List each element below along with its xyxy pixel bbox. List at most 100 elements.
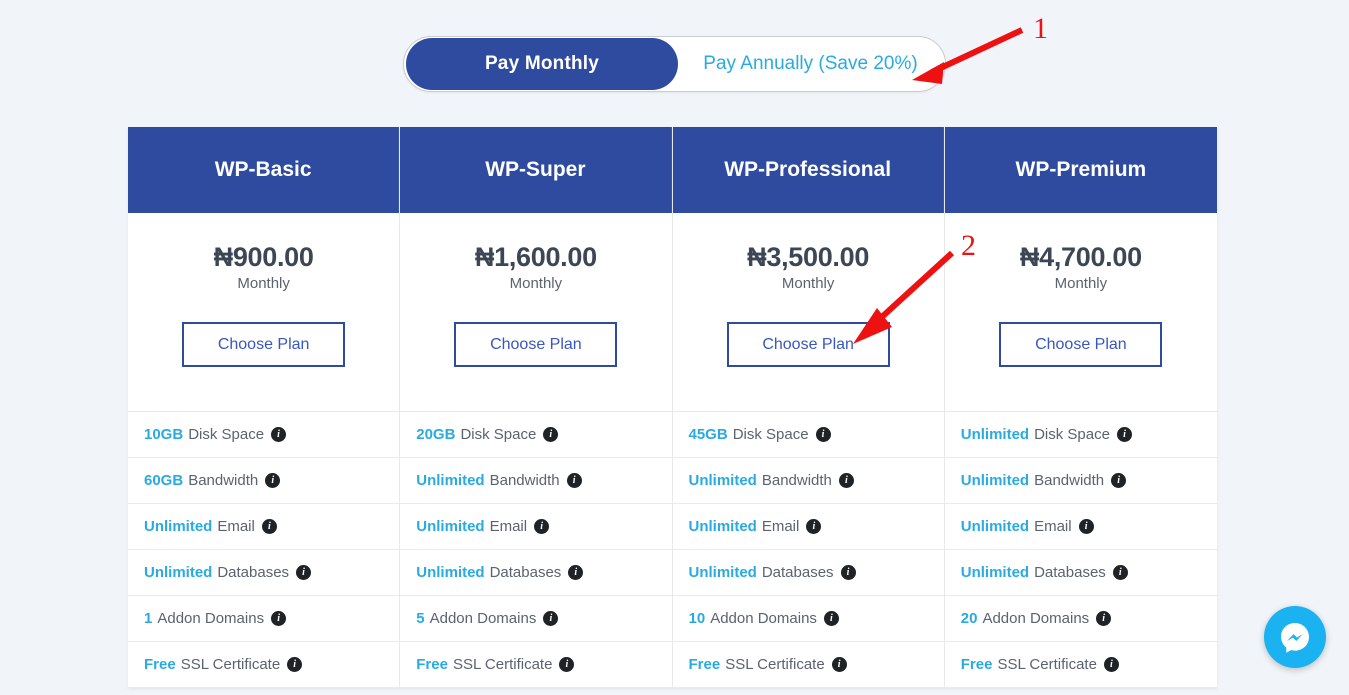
info-icon[interactable]: i <box>296 565 312 581</box>
feature-row: 10 Addon Domains i <box>672 596 944 643</box>
feature-row: 60GB Bandwidth i <box>128 458 400 505</box>
info-icon[interactable]: i <box>566 473 582 489</box>
plan-period: Monthly <box>237 275 290 293</box>
feature-row: Unlimited Disk Space i <box>944 412 1217 459</box>
plan-price: ₦3,500.00 <box>747 242 870 272</box>
info-icon[interactable]: i <box>840 565 856 581</box>
toggle-option-annually[interactable]: Pay Annually (Save 20%) <box>678 38 943 90</box>
feature-label: Disk Space <box>732 426 809 444</box>
plan-name: WP-Super <box>400 127 672 213</box>
info-icon[interactable]: i <box>823 611 839 627</box>
feature-row: Free SSL Certificate i <box>944 642 1217 689</box>
plan-price-block: ₦900.00 Monthly <box>128 213 399 293</box>
info-icon[interactable]: i <box>806 519 822 535</box>
annotation-number-2: 2 <box>961 229 976 262</box>
plan-cta-row: Choose Plan <box>945 322 1217 368</box>
info-icon[interactable]: i <box>271 611 287 627</box>
plan-period: Monthly <box>781 275 835 293</box>
feature-label: Databases <box>217 564 290 582</box>
feature-row: Unlimited Databases i <box>400 550 672 597</box>
feature-label: Email <box>489 518 528 536</box>
plan-cta-row: Choose Plan <box>128 322 399 368</box>
feature-value: Free <box>144 656 176 674</box>
info-icon[interactable]: i <box>1096 611 1112 627</box>
feature-label: SSL Certificate <box>452 656 553 674</box>
billing-toggle-pill: Pay Monthly Pay Annually (Save 20%) <box>403 36 946 92</box>
info-icon[interactable]: i <box>1103 657 1119 673</box>
plan-price-block: ₦3,500.00 Monthly <box>673 213 944 293</box>
info-icon[interactable]: i <box>815 427 831 443</box>
plan-cta-row: Choose Plan <box>400 322 671 368</box>
feature-row: Unlimited Bandwidth i <box>400 458 672 505</box>
plan-price: ₦4,700.00 <box>1019 242 1142 272</box>
info-icon[interactable]: i <box>271 427 287 443</box>
feature-value: 10 <box>688 610 706 628</box>
plan-price: ₦1,600.00 <box>474 242 597 272</box>
feature-list: Unlimited Disk Space i Unlimited Bandwidth i… <box>944 411 1217 689</box>
choose-plan-button[interactable]: Choose Plan <box>182 322 346 368</box>
info-icon[interactable]: i <box>534 519 550 535</box>
feature-label: SSL Certificate <box>180 656 281 674</box>
plan-column-wp-basic: WP-Basic ₦900.00 Monthly Choose Plan 10G… <box>128 127 401 689</box>
info-icon[interactable]: i <box>543 427 559 443</box>
info-icon[interactable]: i <box>1112 565 1128 581</box>
plan-price-block: ₦1,600.00 Monthly <box>400 213 671 293</box>
feature-value: 20GB <box>416 426 456 444</box>
info-icon[interactable]: i <box>543 611 559 627</box>
info-icon[interactable]: i <box>568 565 584 581</box>
info-icon[interactable]: i <box>559 657 575 673</box>
feature-value: 60GB <box>144 472 184 490</box>
feature-row: Unlimited Bandwidth i <box>944 458 1217 505</box>
feature-row: Unlimited Databases i <box>944 550 1217 597</box>
choose-plan-button[interactable]: Choose Plan <box>726 322 890 368</box>
billing-cycle-toggle[interactable]: Pay Monthly Pay Annually (Save 20%) <box>403 36 946 92</box>
info-icon[interactable]: i <box>838 473 854 489</box>
plan-column-wp-professional: WP-Professional ₦3,500.00 Monthly Choose… <box>672 127 945 689</box>
info-icon[interactable]: i <box>265 473 281 489</box>
feature-value: Unlimited <box>960 518 1030 536</box>
pricing-table: WP-Basic ₦900.00 Monthly Choose Plan 10G… <box>128 127 1217 689</box>
feature-label: SSL Certificate <box>997 656 1097 674</box>
feature-row: Free SSL Certificate i <box>400 642 672 689</box>
feature-value: Unlimited <box>144 518 213 536</box>
feature-value: Free <box>960 656 993 674</box>
plan-price-block: ₦4,700.00 Monthly <box>945 213 1217 293</box>
plan-name: WP-Professional <box>672 127 944 213</box>
feature-row: 20GB Disk Space i <box>400 412 672 459</box>
feature-value: 20 <box>960 610 978 628</box>
feature-label: Disk Space <box>460 426 537 444</box>
plan-column-wp-super: WP-Super ₦1,600.00 Monthly Choose Plan 2… <box>400 127 673 689</box>
feature-label: Bandwidth <box>1034 472 1105 490</box>
feature-label: Databases <box>761 564 834 582</box>
feature-row: Unlimited Databases i <box>672 550 944 597</box>
feature-value: Unlimited <box>960 426 1030 444</box>
feature-label: Addon Domains <box>710 610 817 628</box>
feature-label: Addon Domains <box>157 610 265 628</box>
feature-label: Addon Domains <box>982 610 1090 628</box>
feature-label: Email <box>1034 518 1072 536</box>
plan-period: Monthly <box>509 275 563 293</box>
info-icon[interactable]: i <box>1111 473 1127 489</box>
info-icon[interactable]: i <box>261 519 277 535</box>
toggle-option-monthly[interactable]: Pay Monthly <box>406 38 678 90</box>
info-icon[interactable]: i <box>1078 519 1094 535</box>
plan-name: WP-Basic <box>128 127 400 213</box>
plan-name: WP-Premium <box>944 127 1217 213</box>
feature-value: Unlimited <box>144 564 213 582</box>
messenger-chat-button[interactable] <box>1264 606 1326 668</box>
feature-label: Email <box>217 518 255 536</box>
info-icon[interactable]: i <box>287 657 303 673</box>
choose-plan-button[interactable]: Choose Plan <box>454 322 618 368</box>
messenger-icon <box>1281 623 1309 653</box>
feature-label: SSL Certificate <box>725 656 825 674</box>
plan-period: Monthly <box>1054 275 1108 293</box>
feature-value: Unlimited <box>960 472 1030 490</box>
feature-label: Disk Space <box>1034 426 1110 444</box>
feature-list: 10GB Disk Space i 60GB Bandwidth i Unlimited… <box>128 411 400 689</box>
feature-label: Addon Domains <box>429 610 537 628</box>
feature-value: 45GB <box>688 426 728 444</box>
info-icon[interactable]: i <box>1116 427 1132 443</box>
choose-plan-button[interactable]: Choose Plan <box>999 322 1163 368</box>
info-icon[interactable]: i <box>831 657 847 673</box>
feature-row: Free SSL Certificate i <box>128 642 400 689</box>
